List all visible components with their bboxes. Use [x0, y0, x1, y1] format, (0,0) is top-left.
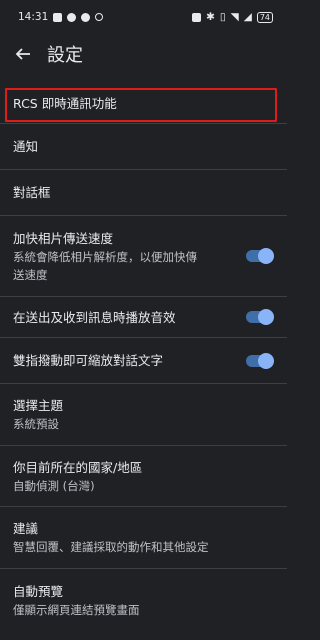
bluetooth-icon: ✱ — [206, 11, 215, 23]
setting-text: 加快相片傳送速度 系統會降低相片解析度，以便加快傳 送速度 — [13, 229, 197, 284]
setting-text: 自動預覽 僅顯示網頁連結預覽畫面 — [13, 582, 140, 619]
setting-pinch-zoom[interactable]: 雙指撥動即可縮放對話文字 — [0, 338, 287, 384]
toggle-knob — [258, 248, 274, 264]
highlight-box — [5, 88, 277, 122]
setting-subtitle: 僅顯示網頁連結預覽畫面 — [13, 602, 140, 617]
battery-icon: 74 — [256, 11, 273, 23]
setting-suggestions[interactable]: 建議 智慧回覆、建議採取的動作和其他設定 — [0, 507, 287, 569]
setting-text: 通知 — [13, 137, 38, 156]
setting-subtitle: 自動偵測 (台灣) — [13, 478, 95, 493]
setting-subtitle: 智慧回覆、建議採取的動作和其他設定 — [13, 540, 209, 554]
setting-text: 對話框 — [13, 183, 51, 202]
setting-title: 通知 — [13, 139, 39, 154]
setting-title: 對話框 — [13, 185, 51, 200]
status-left: 14:31 — [18, 11, 104, 23]
status-right: ✱ ▯ ◥ ◢ 74 — [192, 11, 273, 23]
setting-title: 雙指撥動即可縮放對話文字 — [13, 353, 164, 368]
setting-bubbles[interactable]: 對話框 — [0, 170, 287, 216]
faster-photo-toggle[interactable] — [246, 248, 274, 264]
setting-text: 雙指撥動即可縮放對話文字 — [13, 351, 163, 370]
sound-effects-toggle[interactable] — [246, 309, 274, 325]
back-button[interactable] — [12, 43, 34, 65]
setting-text: 你目前所在的國家/地區 自動偵測 (台灣) — [13, 458, 142, 495]
setting-theme[interactable]: 選擇主題 系統預設 — [0, 384, 287, 446]
setting-title: 在送出及收到訊息時播放音效 — [13, 309, 176, 325]
setting-title: 你目前所在的國家/地區 — [13, 459, 143, 475]
setting-text: 建議 智慧回覆、建議採取的動作和其他設定 — [13, 519, 209, 556]
setting-title: 加快相片傳送速度 — [13, 230, 114, 246]
setting-text: 在送出及收到訊息時播放音效 — [13, 308, 176, 327]
photo-icon — [53, 12, 63, 22]
setting-title: 自動預覽 — [13, 583, 64, 599]
toggle-knob — [258, 352, 274, 369]
sync-icon — [95, 13, 104, 21]
setting-text: 選擇主題 系統預設 — [13, 396, 63, 433]
wifi-icon: ◥ — [230, 11, 239, 23]
line-app-icon — [67, 12, 77, 22]
setting-subtitle: 系統會降低相片解析度，以便加快傳 — [13, 249, 197, 264]
signal-icon: ◢ — [243, 11, 252, 23]
setting-sound-effects[interactable]: 在送出及收到訊息時播放音效 — [0, 297, 287, 338]
toggle-knob — [258, 309, 274, 325]
setting-title: 建議 — [13, 521, 39, 536]
messenger-icon — [81, 12, 91, 22]
app-bar: 設定 — [0, 34, 287, 74]
setting-subtitle: 系統預設 — [13, 417, 59, 431]
setting-faster-photo-sending[interactable]: 加快相片傳送速度 系統會降低相片解析度，以便加快傳 送速度 — [0, 216, 287, 297]
arrow-back-icon — [15, 48, 30, 60]
settings-list: RCS 即時通訊功能 通知 對話框 加快相片傳送速度 系統會降低相片解析度，以便… — [0, 84, 287, 631]
status-time: 14:31 — [18, 11, 49, 23]
vibrate-icon: ▯ — [219, 11, 226, 23]
pinch-zoom-toggle[interactable] — [246, 352, 274, 369]
setting-notifications[interactable]: 通知 — [0, 124, 287, 170]
status-bar: 14:31 ✱ ▯ ◥ ◢ 74 — [0, 0, 287, 34]
setting-title: 選擇主題 — [13, 398, 64, 413]
nfc-icon — [192, 12, 202, 22]
setting-auto-preview[interactable]: 自動預覽 僅顯示網頁連結預覽畫面 — [0, 569, 287, 631]
setting-country[interactable]: 你目前所在的國家/地區 自動偵測 (台灣) — [0, 446, 287, 507]
setting-subtitle: 送速度 — [13, 267, 48, 282]
page-title: 設定 — [47, 45, 83, 66]
